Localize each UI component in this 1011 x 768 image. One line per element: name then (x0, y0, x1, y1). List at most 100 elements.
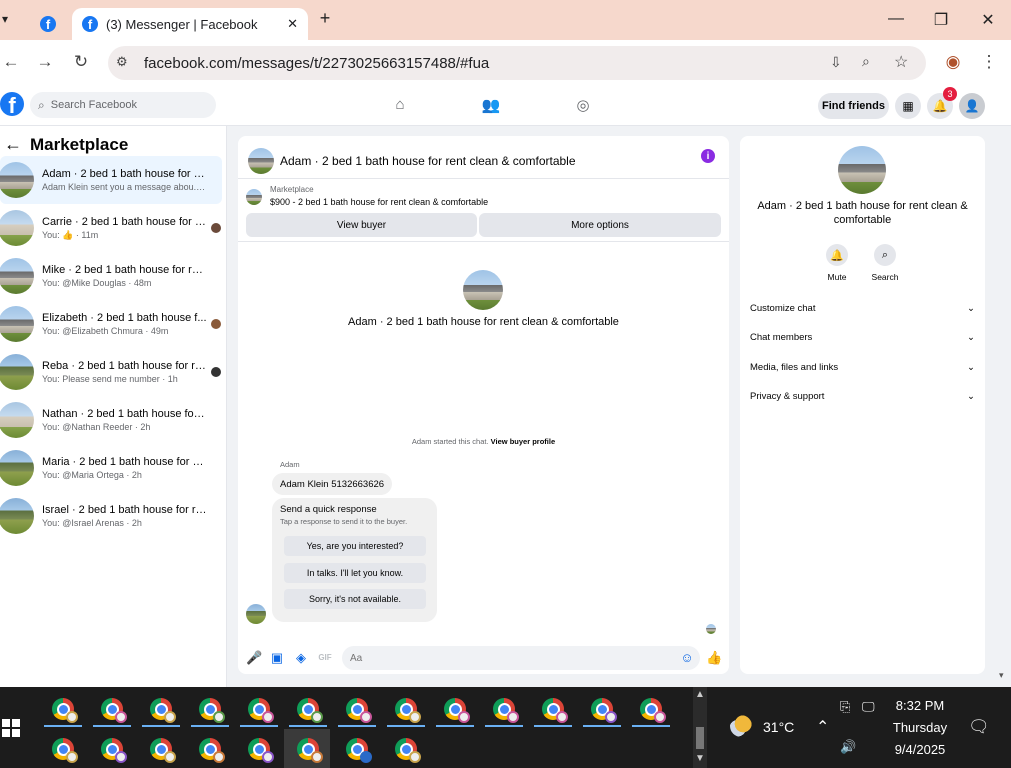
weather-icon[interactable] (730, 715, 752, 737)
reload-icon[interactable]: ↻ (70, 52, 92, 72)
scroll-down-icon[interactable]: ▼ (695, 753, 705, 764)
tab-search-chevron-icon[interactable]: ▾ (2, 12, 8, 26)
forward-icon[interactable]: → (34, 52, 56, 72)
facebook-logo-icon[interactable]: f (0, 92, 24, 116)
chrome-taskbar-icon[interactable] (640, 698, 666, 723)
scroll-thumb[interactable] (696, 727, 704, 749)
conversation-item[interactable]: Maria · 2 bed 1 bath house for rent... Yo… (0, 444, 222, 492)
chrome-taskbar-icon[interactable] (52, 698, 78, 723)
chrome-taskbar-icon[interactable] (101, 698, 127, 723)
conversation-name: Mike · 2 bed 1 bath house for rent ... (42, 264, 207, 276)
clock-day[interactable]: Thursday (880, 720, 960, 735)
meet-now-icon[interactable]: ⎘ (840, 699, 850, 715)
row-label: Chat members (750, 332, 813, 343)
bookmark-star-icon[interactable]: ☆ (894, 52, 908, 72)
restore-icon[interactable]: ❐ (931, 10, 951, 30)
chrome-taskbar-icon[interactable] (297, 698, 323, 723)
chrome-taskbar-icon[interactable] (493, 698, 519, 723)
clock-time[interactable]: 8:32 PM (880, 698, 960, 713)
close-tab-icon[interactable]: ✕ (287, 16, 298, 32)
conversation-item[interactable]: Adam · 2 bed 1 bath house for ren... Adam… (0, 156, 222, 204)
conversation-item[interactable]: Israel · 2 bed 1 bath house for rent... Y… (0, 492, 222, 540)
view-buyer-button[interactable]: View buyer (246, 213, 477, 237)
quick-response-button[interactable]: Sorry, it's not available. (284, 589, 426, 609)
chrome-taskbar-icon[interactable] (346, 698, 372, 723)
chrome-taskbar-icon[interactable] (297, 738, 323, 763)
gif-icon[interactable]: GIF (317, 650, 333, 666)
chrome-taskbar-icon[interactable] (52, 738, 78, 763)
conversation-item[interactable]: Reba · 2 bed 1 bath house for re... You: … (0, 348, 222, 396)
friends-icon[interactable]: 👥 (480, 96, 502, 116)
customize-chat-row[interactable]: Customize chat ⌄ (750, 303, 975, 314)
chrome-taskbar-icon[interactable] (346, 738, 372, 763)
thumbs-up-icon[interactable]: 👍 (706, 650, 722, 666)
mute-button[interactable]: 🔔 Mute (817, 244, 857, 282)
chrome-taskbar-icon[interactable] (101, 738, 127, 763)
notification-center-icon[interactable]: 🗨 (968, 717, 990, 737)
address-bar[interactable]: ⚙ facebook.com/messages/t/22730256631574… (108, 46, 926, 80)
conversation-preview: You: @Mike Douglas · 48m (42, 278, 152, 288)
chevron-up-icon[interactable]: ⌃ (816, 717, 829, 737)
sender-name: Adam (280, 460, 300, 469)
quick-response-button[interactable]: Yes, are you interested? (284, 536, 426, 556)
chrome-taskbar-icon[interactable] (395, 698, 421, 723)
conversation-item[interactable]: Nathan · 2 bed 1 bath house for re... You… (0, 396, 222, 444)
chrome-taskbar-icon[interactable] (199, 738, 225, 763)
back-arrow-icon[interactable]: ← (4, 134, 22, 155)
menu-grid-icon[interactable]: ▦ (895, 93, 921, 119)
photo-icon[interactable]: ▣ (269, 650, 285, 666)
facebook-search-input[interactable]: ⌕ Search Facebook (30, 92, 216, 118)
privacy-support-row[interactable]: Privacy & support ⌄ (750, 391, 975, 402)
groups-icon[interactable]: ◎ (572, 96, 594, 116)
install-app-icon[interactable]: ⇩ (830, 54, 842, 71)
menu-icon[interactable]: ⋮ (978, 52, 1000, 72)
network-icon[interactable]: 🖵 (862, 699, 875, 715)
chat-header[interactable]: Adam · 2 bed 1 bath house for rent clean… (248, 148, 576, 174)
clock-date[interactable]: 9/4/2025 (880, 742, 960, 757)
started-text: Adam started this chat. (411, 437, 489, 446)
more-options-button[interactable]: More options (479, 213, 721, 237)
view-buyer-profile-link[interactable]: View buyer profile (491, 437, 555, 446)
chrome-taskbar-icon[interactable] (591, 698, 617, 723)
account-avatar[interactable]: 👤 (959, 93, 985, 119)
scroll-up-icon[interactable]: ▲ (695, 689, 705, 700)
quick-response-button[interactable]: In talks. I'll let you know. (284, 563, 426, 583)
weather-temperature[interactable]: 31°C (763, 719, 794, 735)
profile-icon[interactable]: ◉ (942, 52, 964, 72)
taskbar-scroll[interactable]: ▲ ▼ (693, 687, 707, 768)
chat-members-row[interactable]: Chat members ⌄ (750, 332, 975, 343)
chrome-taskbar-icon[interactable] (248, 738, 274, 763)
tab-messenger-active[interactable]: f (3) Messenger | Facebook ✕ (72, 8, 308, 40)
find-friends-button[interactable]: Find friends (818, 93, 889, 119)
volume-icon[interactable]: 🔊 (840, 739, 856, 755)
windows-start-icon[interactable] (2, 719, 20, 737)
home-icon[interactable]: ⌂ (389, 96, 411, 116)
new-tab-icon[interactable]: + (315, 8, 335, 29)
listing-price[interactable]: $900 - 2 bed 1 bath house for rent clean… (270, 197, 488, 207)
message-input[interactable] (342, 646, 700, 670)
conversation-item[interactable]: Elizabeth · 2 bed 1 bath house f... You: … (0, 300, 222, 348)
chrome-taskbar-icon[interactable] (199, 698, 225, 723)
emoji-icon[interactable]: ☺ (679, 650, 695, 666)
quick-response-title: Send a quick response (280, 504, 377, 515)
chat-info-icon[interactable]: i (701, 149, 715, 163)
chrome-taskbar-icon[interactable] (542, 698, 568, 723)
conversation-item[interactable]: Carrie · 2 bed 1 bath house for r... You:… (0, 204, 222, 252)
chrome-taskbar-icon[interactable] (395, 738, 421, 763)
back-icon[interactable]: ← (0, 52, 22, 72)
media-files-links-row[interactable]: Media, files and links ⌄ (750, 362, 975, 373)
close-window-icon[interactable]: ✕ (978, 10, 998, 30)
conversation-item[interactable]: Mike · 2 bed 1 bath house for rent ... Yo… (0, 252, 222, 300)
chrome-taskbar-icon[interactable] (248, 698, 274, 723)
minimize-icon[interactable]: — (886, 10, 906, 28)
zoom-icon[interactable]: ⌕ (862, 53, 870, 70)
microphone-icon[interactable]: 🎤 (246, 650, 262, 666)
search-in-chat-button[interactable]: ⌕ Search (865, 244, 905, 282)
chrome-taskbar-icon[interactable] (444, 698, 470, 723)
chrome-taskbar-icon[interactable] (150, 698, 176, 723)
site-info-icon[interactable]: ⚙ (116, 54, 128, 70)
tab-facebook-inactive[interactable]: f (28, 8, 68, 40)
page-scroll-down-icon[interactable]: ▾ (999, 670, 1004, 681)
chrome-taskbar-icon[interactable] (150, 738, 176, 763)
sticker-icon[interactable]: ◈ (293, 650, 309, 666)
